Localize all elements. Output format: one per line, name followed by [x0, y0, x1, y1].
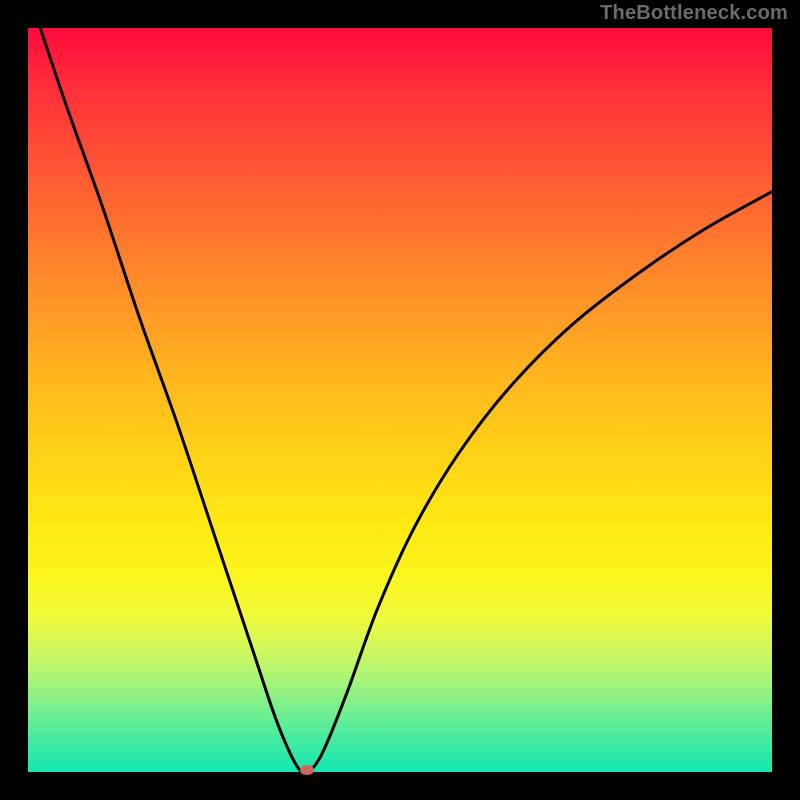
bottleneck-curve	[28, 28, 772, 772]
optimal-point-marker	[300, 765, 314, 775]
curve-svg	[28, 28, 772, 772]
watermark-text: TheBottleneck.com	[600, 2, 788, 25]
plot-area	[28, 28, 772, 772]
chart-frame: TheBottleneck.com	[0, 0, 800, 800]
